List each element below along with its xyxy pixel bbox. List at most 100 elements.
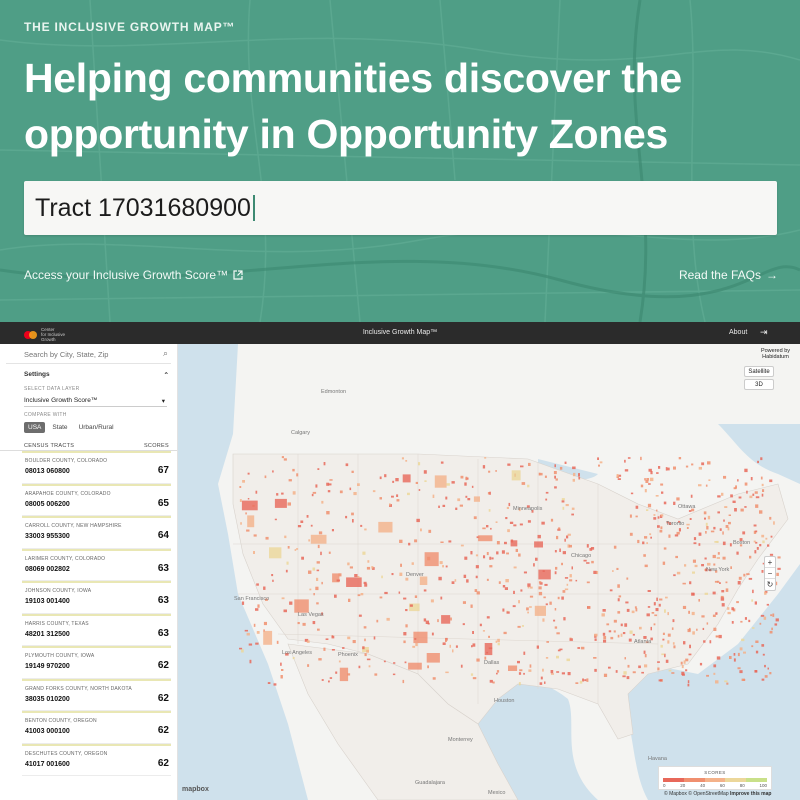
- tract-patch[interactable]: [287, 546, 290, 549]
- tract-patch[interactable]: [567, 672, 571, 676]
- tract-patch[interactable]: [717, 552, 720, 555]
- tract-patch[interactable]: [529, 606, 532, 608]
- tract-patch[interactable]: [755, 496, 760, 499]
- tract-patch[interactable]: [445, 671, 449, 674]
- tract-patch[interactable]: [675, 555, 678, 559]
- tract-patch[interactable]: [598, 464, 600, 467]
- tract-patch[interactable]: [722, 556, 726, 560]
- tract-patch[interactable]: [489, 679, 493, 683]
- tract-patch[interactable]: [681, 665, 684, 669]
- tract-patch[interactable]: [715, 680, 719, 684]
- tract-patch[interactable]: [527, 586, 530, 589]
- tract-patch[interactable]: [646, 613, 650, 617]
- tract-patch[interactable]: [732, 500, 736, 503]
- tract-patch[interactable]: [569, 579, 573, 582]
- tract-patch[interactable]: [269, 547, 282, 559]
- location-search-input[interactable]: [6, 345, 146, 364]
- tract-patch[interactable]: [526, 607, 529, 611]
- tract-patch[interactable]: [311, 493, 314, 497]
- tract-patch[interactable]: [638, 665, 641, 669]
- tract-patch[interactable]: [345, 515, 348, 519]
- tract-patch[interactable]: [488, 647, 493, 650]
- tract-patch[interactable]: [470, 604, 473, 608]
- tract-patch[interactable]: [653, 514, 656, 516]
- tract-patch[interactable]: [657, 525, 660, 528]
- tract-patch[interactable]: [713, 664, 717, 668]
- tract-patch[interactable]: [544, 475, 547, 478]
- tract-patch[interactable]: [699, 662, 703, 666]
- tract-patch[interactable]: [527, 583, 531, 587]
- tract-patch[interactable]: [594, 668, 597, 672]
- tract-patch[interactable]: [437, 619, 439, 623]
- tract-patch[interactable]: [556, 655, 559, 659]
- tract-patch[interactable]: [399, 539, 403, 543]
- tract-patch[interactable]: [624, 459, 626, 463]
- tract-patch[interactable]: [364, 653, 367, 657]
- tract-patch[interactable]: [693, 542, 697, 545]
- tract-patch[interactable]: [603, 639, 607, 643]
- tract-patch[interactable]: [572, 478, 575, 482]
- tract-patch[interactable]: [571, 566, 574, 570]
- tract-patch[interactable]: [686, 523, 690, 526]
- tract-patch[interactable]: [705, 522, 708, 526]
- tract-patch[interactable]: [764, 591, 767, 595]
- tract-patch[interactable]: [523, 672, 525, 675]
- tract-list-item[interactable]: JOHNSON COUNTY, IOWA 19103 001400 63: [22, 581, 171, 614]
- tract-patch[interactable]: [287, 502, 292, 506]
- tract-patch[interactable]: [678, 528, 681, 532]
- read-faqs-link[interactable]: Read the FAQs →: [679, 268, 778, 282]
- tract-patch[interactable]: [448, 540, 452, 543]
- tract-patch[interactable]: [483, 555, 486, 559]
- tract-patch[interactable]: [475, 565, 479, 569]
- tract-patch[interactable]: [423, 470, 427, 474]
- tract-patch[interactable]: [486, 525, 489, 528]
- tract-patch[interactable]: [681, 673, 685, 676]
- tract-patch[interactable]: [744, 482, 748, 486]
- tract-patch[interactable]: [707, 515, 711, 520]
- tract-patch[interactable]: [256, 583, 259, 586]
- tract-patch[interactable]: [564, 577, 569, 579]
- tract-patch[interactable]: [528, 669, 532, 672]
- tract-patch[interactable]: [561, 562, 563, 566]
- tract-patch[interactable]: [504, 541, 507, 545]
- tract-patch[interactable]: [653, 517, 657, 520]
- tract-patch[interactable]: [489, 565, 493, 568]
- tract-patch[interactable]: [488, 470, 491, 473]
- tract-patch[interactable]: [414, 595, 418, 598]
- tract-patch[interactable]: [564, 461, 567, 464]
- tract-patch[interactable]: [357, 576, 360, 578]
- tract-patch[interactable]: [750, 477, 753, 481]
- tract-patch[interactable]: [704, 517, 706, 520]
- tract-patch[interactable]: [308, 570, 312, 574]
- tract-patch[interactable]: [358, 665, 361, 669]
- tract-patch[interactable]: [647, 503, 652, 508]
- tract-patch[interactable]: [366, 658, 371, 661]
- tract-patch[interactable]: [517, 660, 520, 664]
- tract-patch[interactable]: [706, 622, 709, 625]
- zoom-in-button[interactable]: +: [765, 557, 775, 568]
- tract-patch[interactable]: [506, 611, 510, 614]
- tract-patch[interactable]: [328, 551, 331, 554]
- tract-patch[interactable]: [672, 619, 675, 623]
- tract-patch[interactable]: [593, 570, 597, 574]
- tract-patch[interactable]: [725, 525, 729, 528]
- tract-patch[interactable]: [336, 579, 340, 582]
- tract-patch[interactable]: [413, 631, 428, 644]
- tract-patch[interactable]: [658, 603, 661, 607]
- tract-patch[interactable]: [693, 537, 697, 541]
- tract-patch[interactable]: [667, 633, 671, 637]
- tract-patch[interactable]: [551, 673, 554, 675]
- tract-patch[interactable]: [501, 550, 505, 554]
- tract-patch[interactable]: [555, 478, 558, 481]
- tract-patch[interactable]: [736, 551, 739, 555]
- tract-patch[interactable]: [769, 479, 773, 483]
- tract-patch[interactable]: [642, 541, 645, 545]
- tract-patch[interactable]: [323, 462, 326, 466]
- tract-patch[interactable]: [603, 673, 608, 677]
- tract-patch[interactable]: [271, 574, 274, 577]
- tract-patch[interactable]: [431, 632, 434, 636]
- tract-list-item[interactable]: CARROLL COUNTY, NEW HAMPSHIRE 33003 95530…: [22, 516, 171, 549]
- tract-patch[interactable]: [312, 621, 316, 625]
- tract-patch[interactable]: [306, 515, 309, 518]
- tract-patch[interactable]: [593, 657, 597, 659]
